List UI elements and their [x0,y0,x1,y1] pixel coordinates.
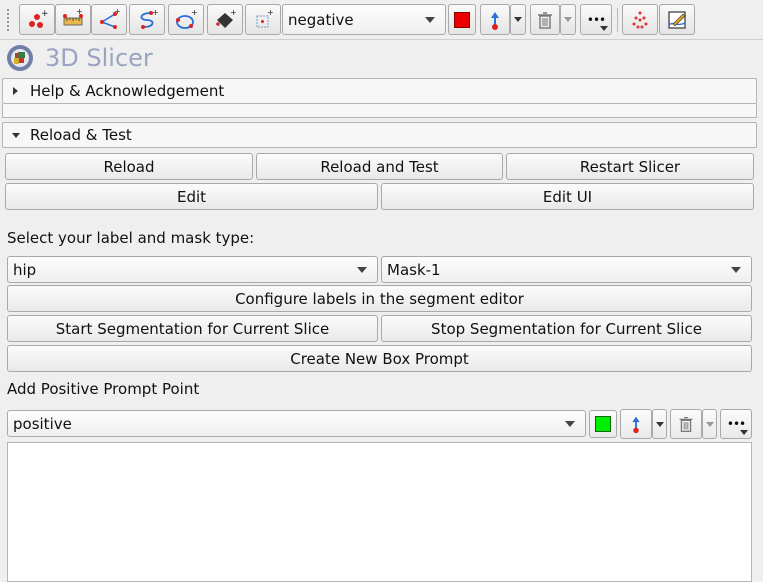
angle-button[interactable]: + [91,4,127,35]
markup-node-select[interactable]: negative [282,4,446,35]
positive-node-value: positive [13,414,72,433]
chevron-down-icon [514,17,522,22]
svg-text:+: + [152,8,159,17]
markup-node-value: negative [288,10,354,29]
delete-icon [538,11,552,29]
positive-place-dropdown[interactable] [652,409,667,439]
mask-select[interactable]: Mask-1 [381,256,752,283]
more-icon: ••• [726,417,746,431]
ruler-button[interactable]: + [55,4,91,35]
positive-delete-button[interactable] [670,409,702,439]
edit-button[interactable]: Edit [5,183,378,210]
positive-more-button[interactable]: ••• [720,409,752,439]
expand-arrow-icon [13,87,18,95]
curve-icon: + [140,8,159,29]
positive-prompt-heading: Add Positive Prompt Point [7,380,200,398]
chevron-down-icon [655,421,664,427]
chevron-down-icon [731,267,741,273]
toolbar-separator [617,8,618,32]
collapse-arrow-icon [12,132,20,138]
positive-color-button[interactable] [589,410,617,438]
roi-button[interactable]: + [245,4,281,35]
start-segmentation-button[interactable]: Start Segmentation for Current Slice [7,315,378,342]
fiducial-button[interactable] [622,4,658,35]
svg-text:+: + [76,8,83,16]
delete-button[interactable] [530,4,560,35]
edit-ui-button[interactable]: Edit UI [381,183,754,210]
chevron-down-icon [600,26,608,31]
chevron-down-icon [425,17,435,23]
delete-icon [679,416,693,432]
reload-section-header[interactable]: Reload & Test [2,122,757,148]
curve-button[interactable]: + [129,4,165,35]
toolbar-grip[interactable] [7,9,10,31]
configure-labels-button[interactable]: Configure labels in the segment editor [7,285,752,312]
restart-slicer-button[interactable]: Restart Slicer [506,153,754,180]
delete-dropdown[interactable] [560,4,576,35]
angle-icon: + [100,8,121,29]
chevron-down-icon [357,267,367,273]
plane-icon: + [216,8,237,28]
more-button[interactable]: ••• [580,4,612,35]
fiducial-icon [632,11,648,28]
positive-delete-dropdown[interactable] [702,409,717,439]
positive-node-select[interactable]: positive [7,410,586,437]
reload-and-test-button[interactable]: Reload and Test [256,153,503,180]
annotation-edit-button[interactable] [659,4,695,35]
plane-button[interactable]: + [207,4,243,35]
place-mode-button[interactable] [480,4,510,35]
slicer-logo [6,44,34,72]
slicer-logo-icon [7,45,33,71]
create-box-prompt-button[interactable]: Create New Box Prompt [7,345,752,372]
help-section-body [2,104,757,118]
chevron-down-icon [740,430,748,435]
ruler-icon: + [63,8,83,25]
chevron-down-icon [705,421,714,427]
closed-curve-button[interactable]: + [168,4,204,35]
positive-place-button[interactable] [620,409,652,439]
point-list-icon: + [29,9,49,28]
svg-text:+: + [114,8,121,16]
color-button[interactable] [448,4,476,35]
closed-curve-icon: + [176,8,198,29]
chevron-down-icon [564,17,572,22]
more-icon: ••• [586,12,606,27]
mask-select-value: Mask-1 [387,260,441,279]
place-mode-icon [632,416,640,434]
positive-points-table[interactable] [7,442,752,582]
help-section-header[interactable]: Help & Acknowledgement [2,78,757,104]
select-label-heading: Select your label and mask type: [7,229,255,247]
place-mode-icon [491,11,499,30]
page-title: 3D Slicer [45,44,153,72]
point-list-button[interactable]: + [19,4,55,35]
svg-text:+: + [41,9,49,19]
reload-button[interactable]: Reload [5,153,253,180]
svg-text:+: + [230,8,237,17]
reload-section-label: Reload & Test [30,126,132,144]
chevron-down-icon [565,421,575,427]
stop-segmentation-button[interactable]: Stop Segmentation for Current Slice [381,315,752,342]
svg-text:+: + [267,8,274,17]
roi-icon: + [256,8,274,27]
help-section-label: Help & Acknowledgement [30,82,225,100]
label-select-value: hip [13,260,37,279]
toolbar: + + + + + + + negative ••• [0,0,763,40]
label-select[interactable]: hip [7,256,378,283]
svg-text:+: + [191,8,198,17]
place-mode-dropdown[interactable] [510,4,526,35]
color-swatch [454,11,470,28]
annotation-edit-icon [668,10,686,29]
color-swatch [595,416,611,432]
